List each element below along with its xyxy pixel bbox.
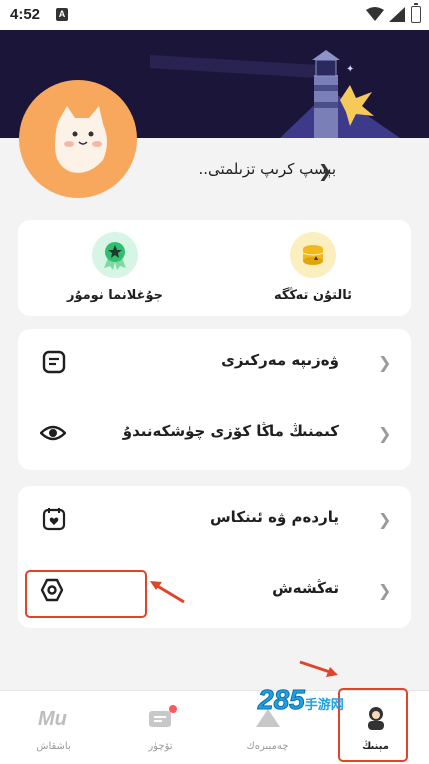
svg-text:Mu: Mu — [38, 708, 67, 730]
watermark-number: 285 — [258, 684, 306, 716]
help-feedback-label: ياردەم ۋە ئىنكاس — [209, 508, 339, 526]
chevron-right-icon: ❯ — [378, 581, 392, 600]
who-viewed-me-label: كىمنىڭ ماڭا كۆزى چۈشكەنىدۇ — [122, 422, 339, 440]
signal-icon — [389, 7, 405, 22]
task-center-label: ۋەزىپە مەركىزى — [221, 351, 339, 369]
login-prompt-row[interactable]: بېسپ كرىپ تزىلمتى.. ❮ — [140, 160, 337, 186]
chevron-right-icon: ❯ — [378, 424, 392, 443]
help-feedback-icon — [42, 507, 66, 531]
cat-avatar-icon — [55, 106, 107, 173]
watermark-logo: 285手游网 — [258, 684, 344, 716]
quick-actions-card: ئالتۇن تەڭگە جۇغلانما نومۇر — [18, 220, 411, 316]
wifi-icon — [366, 7, 384, 21]
status-time: 4:52 — [10, 6, 41, 23]
task-list-icon — [42, 350, 66, 374]
tab-messages[interactable]: تۆچۈر — [107, 691, 214, 764]
login-prompt-text: بېسپ كرىپ تزىلمتى.. — [198, 160, 337, 178]
award-medal-icon — [92, 232, 138, 278]
mu-logo-icon: Mu — [38, 705, 70, 731]
points-label: جۇغلانما نومۇر — [67, 288, 163, 303]
eye-icon — [39, 421, 67, 445]
chat-bubble-icon — [145, 705, 177, 731]
who-viewed-me-row[interactable]: كىمنىڭ ماڭا كۆزى چۈشكەنىدۇ ❯ — [18, 400, 411, 470]
watermark-suffix: 手游网 — [304, 697, 344, 712]
tab-home[interactable]: Mu باشقاش — [0, 691, 107, 764]
arrow-pointer-icon — [299, 660, 338, 677]
settings-highlight-box — [25, 570, 147, 618]
task-center-row[interactable]: ۋەزىپە مەركىزى ❯ — [18, 329, 411, 399]
tab-circle-label: چەمبىرەك — [246, 741, 289, 752]
battery-icon — [411, 3, 421, 23]
points-button[interactable]: جۇغلانما نومۇر — [50, 232, 180, 308]
avatar[interactable] — [19, 80, 137, 198]
gold-coins-button[interactable]: ئالتۇن تەڭگە — [248, 232, 378, 308]
svg-text:✦: ✦ — [346, 64, 354, 75]
gold-coins-label: ئالتۇن تەڭگە — [273, 288, 353, 303]
gold-coin-icon — [290, 232, 336, 278]
menu-group-1: ۋەزىپە مەركىزى ❯ كىمنىڭ ماڭا كۆزى چۈشكەن… — [18, 329, 411, 470]
arrow-pointer-icon — [150, 581, 185, 604]
tab-messages-label: تۆچۈر — [148, 741, 173, 752]
me-tab-highlight-box — [338, 688, 408, 762]
help-feedback-row[interactable]: ياردەم ۋە ئىنكاس ❯ — [18, 486, 411, 556]
chevron-left-icon: ❮ — [318, 162, 333, 182]
status-bar: 4:52 A — [0, 0, 429, 30]
chevron-right-icon: ❯ — [378, 353, 392, 372]
notification-a-icon: A — [56, 8, 68, 21]
chevron-right-icon: ❯ — [378, 510, 392, 529]
tab-home-label: باشقاش — [36, 741, 71, 752]
